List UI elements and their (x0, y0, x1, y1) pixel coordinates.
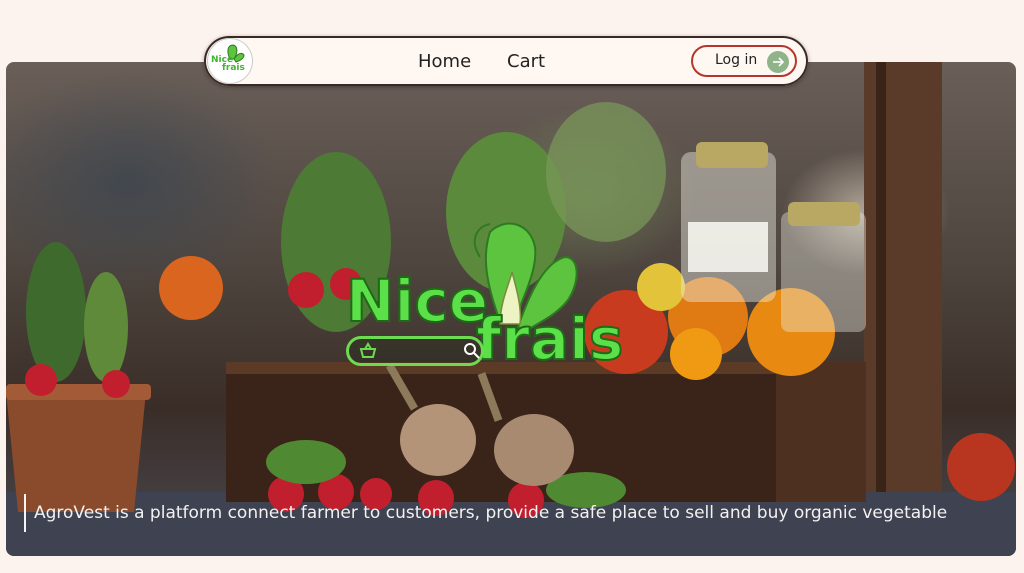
login-button[interactable]: Log in (691, 45, 797, 77)
brand-title-line2: frais (475, 305, 624, 373)
navbar-logo[interactable]: Nice frais (208, 39, 252, 83)
navbar: Nice frais Home Cart Log in (204, 36, 808, 86)
basket-icon[interactable] (359, 342, 377, 364)
nav-link-home[interactable]: Home (418, 51, 471, 72)
nav-link-cart[interactable]: Cart (507, 51, 545, 72)
search-bar[interactable] (346, 336, 484, 366)
arrow-right-icon (767, 51, 789, 73)
navbar-logo-text-bottom: frais (222, 63, 245, 73)
login-button-label: Log in (715, 52, 758, 68)
brand-title-line1: Nice (345, 267, 489, 335)
search-icon[interactable] (463, 342, 481, 364)
hero-tagline: AgroVest is a platform connect farmer to… (24, 494, 947, 532)
